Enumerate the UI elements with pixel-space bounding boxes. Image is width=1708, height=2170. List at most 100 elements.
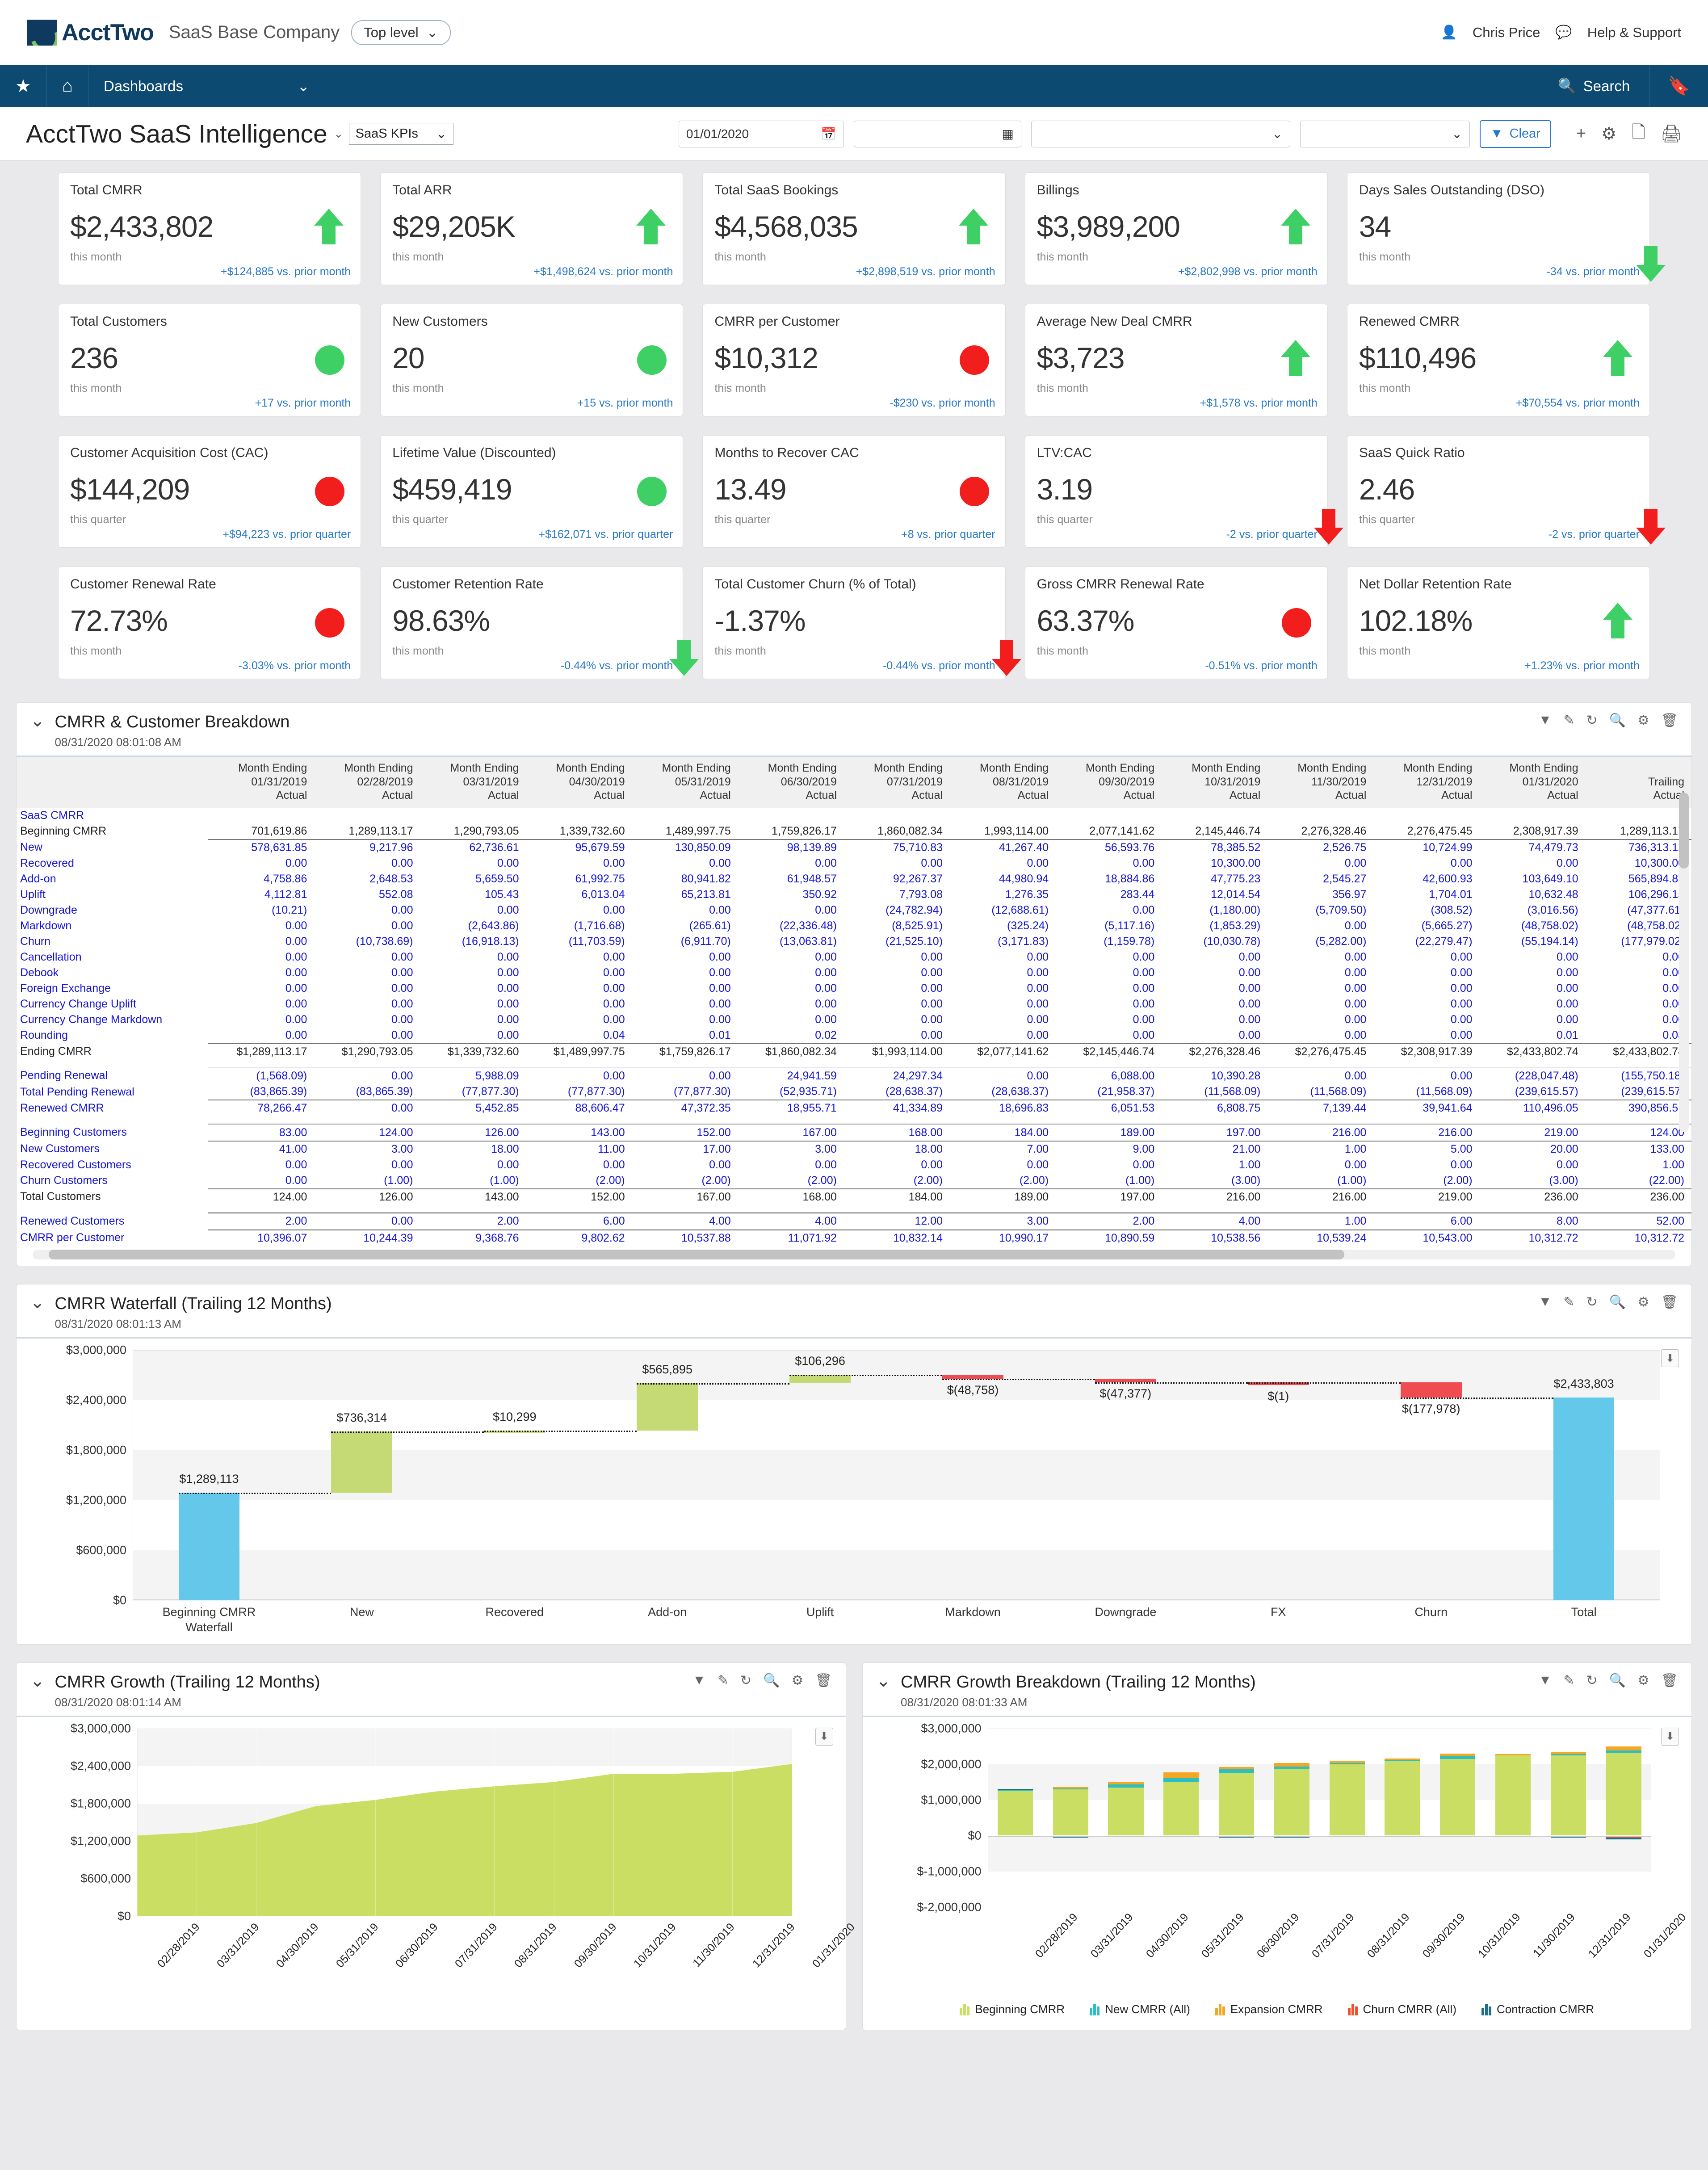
column-header[interactable]: Month Ending10/31/2019Actual bbox=[1162, 757, 1267, 808]
table-row[interactable]: Cancellation0.000.000.000.000.000.000.00… bbox=[17, 949, 1691, 965]
clear-filters-button[interactable]: ▼ Clear bbox=[1480, 120, 1551, 148]
table-row[interactable]: Beginning CMRR701,619.861,289,113.171,29… bbox=[17, 823, 1691, 839]
stacked-bar-segment[interactable] bbox=[998, 1789, 1033, 1790]
gear-icon[interactable]: ⚙ bbox=[1637, 713, 1649, 728]
table-row[interactable]: Renewed CMRR78,266.470.005,452.8588,606.… bbox=[17, 1100, 1691, 1116]
kpi-card[interactable]: Total SaaS Bookings$4,568,035this month+… bbox=[702, 172, 1005, 285]
stacked-bar-segment[interactable] bbox=[1551, 1754, 1586, 1835]
bookmark-button[interactable]: 🔖 bbox=[1649, 65, 1708, 107]
delete-icon[interactable]: 🗑 bbox=[1661, 713, 1678, 728]
table-row[interactable]: Uplift4,112.81552.08105.436,013.0465,213… bbox=[17, 887, 1691, 902]
stacked-bar-segment[interactable] bbox=[1274, 1767, 1309, 1769]
table-row[interactable]: Currency Change Uplift0.000.000.000.000.… bbox=[17, 996, 1691, 1012]
copy-icon[interactable]: 🗋 bbox=[1632, 119, 1645, 148]
kpi-card[interactable]: Gross CMRR Renewal Rate63.37%this month-… bbox=[1025, 567, 1328, 679]
zoom-icon[interactable]: 🔍 bbox=[763, 1673, 780, 1688]
stacked-bar-segment[interactable] bbox=[1606, 1753, 1641, 1836]
kpi-card[interactable]: Total CMRR$2,433,802this month+$124,885 … bbox=[58, 172, 361, 285]
stacked-bar-segment[interactable] bbox=[1495, 1754, 1531, 1835]
waterfall-bar[interactable] bbox=[637, 1383, 698, 1431]
kpi-card[interactable]: LTV:CAC3.19this quarter-2 vs. prior quar… bbox=[1025, 435, 1328, 548]
stacked-bar-segment[interactable] bbox=[1385, 1759, 1420, 1760]
waterfall-bar[interactable] bbox=[179, 1493, 240, 1600]
legend-item[interactable]: Expansion CMRR bbox=[1215, 2002, 1323, 2016]
download-icon[interactable]: ⬇ bbox=[815, 1728, 833, 1746]
table-row[interactable]: Currency Change Markdown0.000.000.000.00… bbox=[17, 1012, 1691, 1028]
edit-icon[interactable]: ✎ bbox=[718, 1673, 729, 1688]
column-header[interactable]: Month Ending07/31/2019Actual bbox=[844, 757, 950, 808]
table-row[interactable]: New578,631.859,217.9662,736.6195,679.591… bbox=[17, 839, 1691, 856]
stacked-bar-segment[interactable] bbox=[1551, 1754, 1586, 1755]
waterfall-bar[interactable] bbox=[942, 1375, 1003, 1379]
kpi-card[interactable]: Total ARR$29,205Kthis month+$1,498,624 v… bbox=[380, 172, 683, 285]
legend-item[interactable]: Churn CMRR (All) bbox=[1348, 2002, 1456, 2016]
breakdown-table-scroll[interactable]: Month Ending01/31/2019ActualMonth Ending… bbox=[17, 757, 1691, 1246]
kpi-card[interactable]: Total Customers236this month+17 vs. prio… bbox=[58, 304, 361, 416]
table-row[interactable]: Pending Renewal(1,568.09)0.005,988.090.0… bbox=[17, 1068, 1691, 1084]
stacked-bar-segment[interactable] bbox=[1606, 1838, 1641, 1839]
stacked-bar-segment[interactable] bbox=[1330, 1761, 1365, 1763]
add-icon[interactable]: + bbox=[1576, 124, 1586, 143]
table-row[interactable]: Foreign Exchange0.000.000.000.000.000.00… bbox=[17, 981, 1691, 996]
table-vertical-scrollbar[interactable] bbox=[1679, 793, 1689, 1132]
stacked-bar-segment[interactable] bbox=[1440, 1759, 1475, 1836]
stacked-bar-segment[interactable] bbox=[1606, 1750, 1641, 1753]
download-icon[interactable]: ⬇ bbox=[1661, 1349, 1679, 1367]
legend-item[interactable]: Beginning CMRR bbox=[960, 2002, 1065, 2016]
edit-icon[interactable]: ✎ bbox=[1563, 1294, 1574, 1310]
kpi-set-select[interactable]: SaaS KPIs ⌄ bbox=[349, 123, 454, 145]
waterfall-bar[interactable] bbox=[1401, 1382, 1462, 1397]
global-search-button[interactable]: 🔍 Search bbox=[1538, 65, 1650, 107]
gear-icon[interactable]: ⚙ bbox=[1637, 1673, 1649, 1688]
stacked-bar-segment[interactable] bbox=[1108, 1782, 1143, 1784]
column-header[interactable]: Month Ending03/31/2019Actual bbox=[420, 757, 526, 808]
stacked-bar-segment[interactable] bbox=[1495, 1754, 1531, 1755]
stacked-bar-segment[interactable] bbox=[1440, 1756, 1475, 1759]
kpi-card[interactable]: Average New Deal CMRR$3,723this month+$1… bbox=[1025, 304, 1328, 416]
table-row[interactable]: Ending CMRR$1,289,113.17$1,290,793.05$1,… bbox=[17, 1044, 1691, 1060]
column-header[interactable]: Month Ending09/30/2019Actual bbox=[1056, 757, 1162, 808]
table-row[interactable]: Rounding0.000.000.000.040.010.020.000.00… bbox=[17, 1028, 1691, 1044]
table-row[interactable]: Debook0.000.000.000.000.000.000.000.000.… bbox=[17, 965, 1691, 981]
table-row[interactable]: Churn Customers0.00(1.00)(1.00)(2.00)(2.… bbox=[17, 1173, 1691, 1189]
delete-icon[interactable]: 🗑 bbox=[1661, 1294, 1678, 1310]
column-header[interactable]: Month Ending02/28/2019Actual bbox=[314, 757, 420, 808]
stacked-bar-segment[interactable] bbox=[1440, 1754, 1475, 1756]
table-row[interactable]: Recovered Customers0.000.000.000.000.000… bbox=[17, 1157, 1691, 1173]
kpi-card[interactable]: Billings$3,989,200this month+$2,802,998 … bbox=[1025, 172, 1328, 285]
stacked-bar-segment[interactable] bbox=[1330, 1763, 1365, 1764]
kpi-card[interactable]: Months to Recover CAC13.49this quarter+8… bbox=[702, 435, 1005, 548]
stacked-bar-segment[interactable] bbox=[1163, 1778, 1199, 1782]
table-row[interactable]: Add-on4,758.862,648.535,659.5061,992.758… bbox=[17, 871, 1691, 887]
legend-item[interactable]: New CMRR (All) bbox=[1090, 2002, 1190, 2016]
column-header[interactable]: Month Ending04/30/2019Actual bbox=[526, 757, 632, 808]
scroll-thumb[interactable] bbox=[1679, 793, 1689, 869]
column-header[interactable]: Month Ending06/30/2019Actual bbox=[738, 757, 844, 808]
table-row[interactable]: CMRR per Customer10,396.0710,244.399,368… bbox=[17, 1230, 1691, 1247]
table-row[interactable]: New Customers41.003.0018.0011.0017.003.0… bbox=[17, 1141, 1691, 1157]
delete-icon[interactable]: 🗑 bbox=[1661, 1673, 1678, 1688]
table-row[interactable]: Recovered0.000.000.000.000.000.000.000.0… bbox=[17, 856, 1691, 871]
download-icon[interactable]: ⬇ bbox=[1661, 1728, 1679, 1746]
gear-icon[interactable]: ⚙ bbox=[1637, 1294, 1649, 1310]
collapse-chevron-icon[interactable]: ⌄ bbox=[876, 1673, 891, 1689]
gear-icon[interactable]: ⚙ bbox=[792, 1673, 804, 1688]
stacked-bar-segment[interactable] bbox=[1330, 1764, 1365, 1835]
help-support-link[interactable]: Help & Support bbox=[1587, 25, 1681, 41]
column-header[interactable]: Month Ending01/31/2019Actual bbox=[208, 757, 314, 808]
scroll-thumb[interactable] bbox=[49, 1250, 1344, 1259]
filter-icon[interactable]: ▼ bbox=[1539, 713, 1552, 728]
stacked-bar-segment[interactable] bbox=[1108, 1784, 1143, 1788]
column-header[interactable]: Month Ending12/31/2019Actual bbox=[1373, 757, 1479, 808]
column-header[interactable]: Month Ending08/31/2019Actual bbox=[950, 757, 1056, 808]
favorites-button[interactable]: ★ bbox=[0, 65, 47, 107]
filter-select-3[interactable]: ⌄ bbox=[1300, 121, 1470, 147]
gear-icon[interactable]: ⚙ bbox=[1601, 124, 1616, 144]
table-horizontal-scrollbar[interactable] bbox=[33, 1250, 1675, 1259]
column-header[interactable] bbox=[17, 757, 208, 808]
kpi-card[interactable]: CMRR per Customer$10,312this month-$230 … bbox=[702, 304, 1005, 416]
kpi-card[interactable]: New Customers20this month+15 vs. prior m… bbox=[380, 304, 683, 416]
edit-icon[interactable]: ✎ bbox=[1563, 713, 1574, 728]
stacked-bar-segment[interactable] bbox=[1163, 1772, 1199, 1778]
filter-icon[interactable]: ▼ bbox=[1539, 1294, 1552, 1310]
